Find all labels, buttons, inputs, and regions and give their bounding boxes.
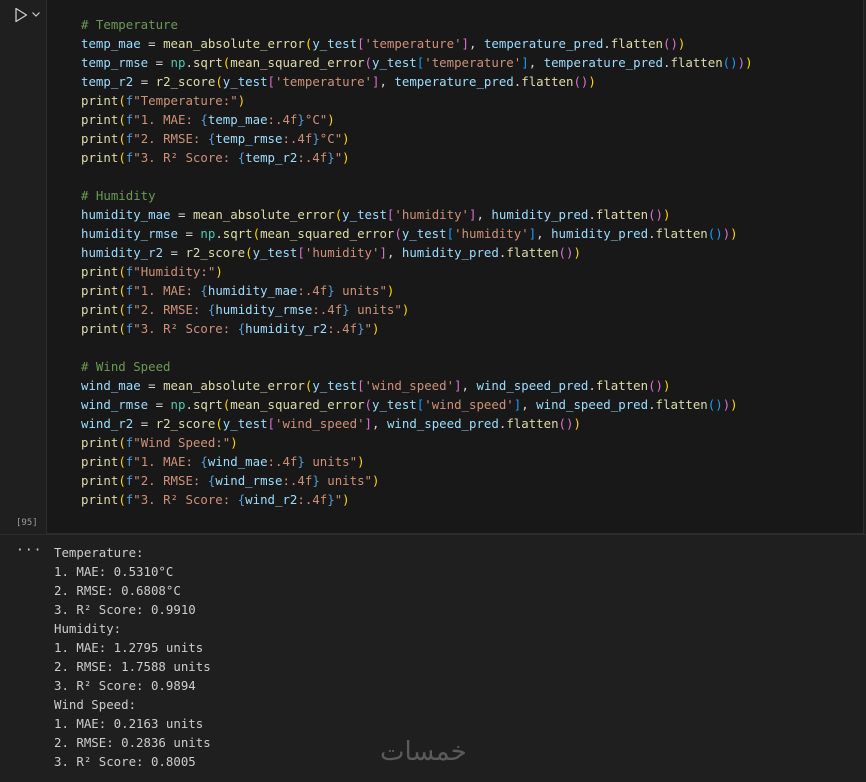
code-line[interactable]: print(f"Wind Speed:") xyxy=(81,433,753,452)
code-line[interactable]: temp_rmse = np.sqrt(mean_squared_error(y… xyxy=(81,53,753,72)
code-line[interactable]: print(f"1. MAE: {wind_mae:.4f} units") xyxy=(81,452,753,471)
output-line: 1. MAE: 0.5310°C xyxy=(54,564,174,579)
output-line: 2. RMSE: 1.7588 units xyxy=(54,659,211,674)
output-line: Wind Speed: xyxy=(54,697,137,712)
code-line[interactable]: print(f"1. MAE: {temp_mae:.4f}°C") xyxy=(81,110,753,129)
code-line[interactable] xyxy=(81,167,753,186)
output-line: Temperature: xyxy=(54,545,144,560)
execution-count: [95] xyxy=(16,518,38,528)
output-line: 2. RMSE: 0.6808°C xyxy=(54,583,181,598)
code-line[interactable]: humidity_r2 = r2_score(y_test['humidity'… xyxy=(81,243,753,262)
code-line[interactable]: print(f"2. RMSE: {humidity_rmse:.4f} uni… xyxy=(81,300,753,319)
code-line[interactable]: print(f"2. RMSE: {temp_rmse:.4f}°C") xyxy=(81,129,753,148)
code-editor-content[interactable]: # Temperature temp_mae = mean_absolute_er… xyxy=(81,15,753,509)
output-line: 3. R² Score: 0.9910 xyxy=(54,602,196,617)
code-line[interactable] xyxy=(81,338,753,357)
chevron-down-icon xyxy=(32,12,40,17)
code-line[interactable]: # Humidity xyxy=(81,186,753,205)
code-line[interactable]: temp_r2 = r2_score(y_test['temperature']… xyxy=(81,72,753,91)
output-gutter xyxy=(0,535,46,782)
output-line: 2. RMSE: 0.2836 units xyxy=(54,735,211,750)
code-line[interactable]: print(f"1. MAE: {humidity_mae:.4f} units… xyxy=(81,281,753,300)
code-line[interactable]: # Temperature xyxy=(81,15,753,34)
code-line[interactable]: humidity_rmse = np.sqrt(mean_squared_err… xyxy=(81,224,753,243)
code-line[interactable]: humidity_mae = mean_absolute_error(y_tes… xyxy=(81,205,753,224)
cell-output: Temperature: 1. MAE: 0.5310°C 2. RMSE: 0.6… xyxy=(54,543,211,771)
output-line: 1. MAE: 0.2163 units xyxy=(54,716,204,731)
code-line[interactable]: print(f"3. R² Score: {humidity_r2:.4f}") xyxy=(81,319,753,338)
code-line[interactable]: print(f"3. R² Score: {wind_r2:.4f}") xyxy=(81,490,753,509)
code-line[interactable]: print(f"2. RMSE: {wind_rmse:.4f} units") xyxy=(81,471,753,490)
code-line[interactable]: print(f"3. R² Score: {temp_r2:.4f}") xyxy=(81,148,753,167)
run-cell-button[interactable] xyxy=(10,5,32,25)
code-line[interactable]: print(f"Humidity:") xyxy=(81,262,753,281)
code-line[interactable]: wind_r2 = r2_score(y_test['wind_speed'],… xyxy=(81,414,753,433)
code-cell-editor[interactable]: # Temperature temp_mae = mean_absolute_er… xyxy=(46,0,864,534)
play-icon xyxy=(15,7,28,23)
cell-gutter: [95] xyxy=(0,0,46,535)
cell-output-divider xyxy=(0,534,866,535)
output-more-actions-button[interactable]: ··· xyxy=(16,543,42,558)
cell-options-button[interactable] xyxy=(30,6,42,22)
output-line: 3. R² Score: 0.8005 xyxy=(54,754,196,769)
output-line: 1. MAE: 1.2795 units xyxy=(54,640,204,655)
output-line: Humidity: xyxy=(54,621,122,636)
output-line: 3. R² Score: 0.9894 xyxy=(54,678,196,693)
code-line[interactable]: wind_mae = mean_absolute_error(y_test['w… xyxy=(81,376,753,395)
code-line[interactable]: print(f"Temperature:") xyxy=(81,91,753,110)
code-line[interactable]: temp_mae = mean_absolute_error(y_test['t… xyxy=(81,34,753,53)
code-line[interactable]: # Wind Speed xyxy=(81,357,753,376)
watermark-logo: خمسات xyxy=(380,737,467,767)
code-line[interactable]: wind_rmse = np.sqrt(mean_squared_error(y… xyxy=(81,395,753,414)
